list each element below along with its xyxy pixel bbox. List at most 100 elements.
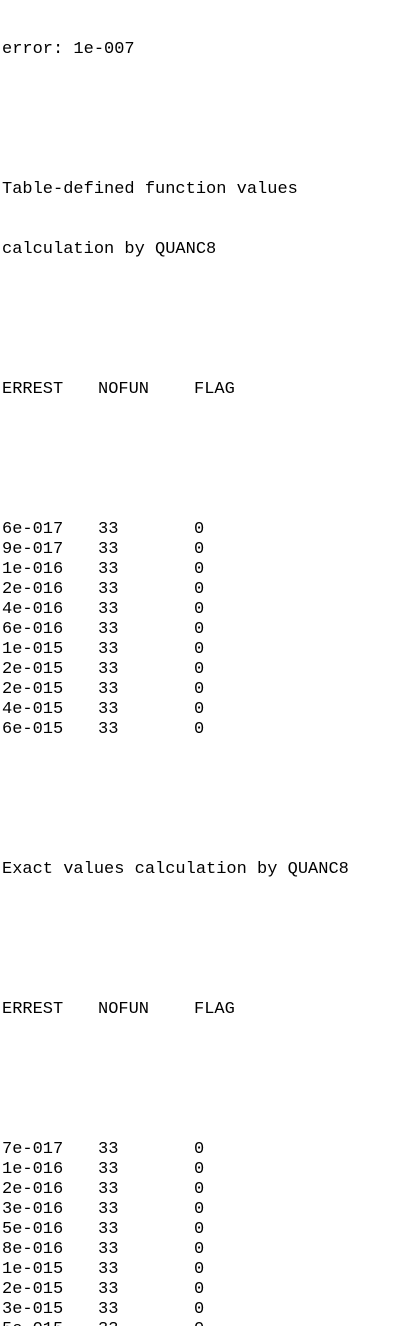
cell-flag: 0: [194, 1180, 205, 1199]
cell-flag: 0: [194, 560, 205, 579]
cell-flag: 0: [194, 1160, 205, 1179]
section1-title-line1: Table-defined function values: [2, 180, 298, 199]
cell-nofun: 33: [98, 1180, 119, 1199]
table-row: 9e-017 33 0: [2, 540, 410, 560]
cell-flag: 0: [194, 680, 205, 699]
table-row: 1e-016 33 0: [2, 1160, 410, 1180]
cell-nofun: 33: [98, 1240, 119, 1259]
section1-header-row: ERREST NOFUN FLAG: [2, 380, 410, 400]
table-row: 6e-016 33 0: [2, 620, 410, 640]
table-row: 8e-016 33 0: [2, 1240, 410, 1260]
cell-errest: 9e-017: [2, 540, 64, 559]
table-row: 1e-015 33 0: [2, 640, 410, 660]
cell-nofun: 33: [98, 1300, 119, 1319]
cell-flag: 0: [194, 720, 205, 739]
cell-flag: 0: [194, 580, 205, 599]
header-errest: ERREST: [2, 1000, 64, 1019]
table-row: 1e-015 33 0: [2, 1260, 410, 1280]
error-line: error: 1e-007: [2, 40, 135, 59]
cell-errest: 5e-015: [2, 1320, 63, 1326]
cell-nofun: 33: [98, 1320, 118, 1326]
cell-nofun: 33: [98, 600, 119, 619]
header-flag: FLAG: [194, 1000, 235, 1019]
cell-errest: 2e-015: [2, 680, 64, 699]
cell-errest: 2e-016: [2, 1180, 64, 1199]
cell-flag: 0: [194, 600, 205, 619]
table-row: 3e-015 33 0: [2, 1300, 410, 1320]
cell-nofun: 33: [98, 640, 119, 659]
cell-nofun: 33: [98, 1280, 119, 1299]
cell-nofun: 33: [98, 1160, 119, 1179]
cell-errest: 1e-016: [2, 1160, 64, 1179]
header-nofun: NOFUN: [98, 380, 150, 399]
cell-flag: 0: [194, 540, 205, 559]
cell-errest: 4e-015: [2, 700, 64, 719]
cell-nofun: 33: [98, 620, 119, 639]
cell-nofun: 33: [98, 520, 119, 539]
cell-errest: 4e-016: [2, 600, 64, 619]
cell-errest: 6e-015: [2, 720, 64, 739]
cell-flag: 0: [194, 1320, 204, 1326]
cell-errest: 6e-016: [2, 620, 64, 639]
cell-flag: 0: [194, 1240, 205, 1259]
cell-errest: 1e-016: [2, 560, 64, 579]
table-row: 2e-015 33 0: [2, 680, 410, 700]
cell-flag: 0: [194, 520, 205, 539]
cell-errest: 2e-015: [2, 1280, 64, 1299]
table-row: 2e-015 33 0: [2, 1280, 410, 1300]
cell-flag: 0: [194, 640, 205, 659]
section1-title-line2: calculation by QUANC8: [2, 240, 217, 259]
cell-flag: 0: [194, 1200, 205, 1219]
table-row: 3e-016 33 0: [2, 1200, 410, 1220]
table-row: 6e-015 33 0: [2, 720, 410, 740]
cell-nofun: 33: [98, 1200, 119, 1219]
cell-errest: 6e-017: [2, 520, 64, 539]
section1-table: 6e-017 33 0 9e-017 33 0 1e-016 33 0 2e-016 33 0 4e-0…: [2, 520, 410, 740]
table-row: 4e-015 33 0: [2, 700, 410, 720]
cell-flag: 0: [194, 620, 205, 639]
cell-flag: 0: [194, 700, 205, 719]
cell-errest: 8e-016: [2, 1240, 64, 1259]
cell-errest: 7e-017: [2, 1140, 64, 1159]
cell-nofun: 33: [98, 700, 119, 719]
table-row: 4e-016 33 0: [2, 600, 410, 620]
cell-errest: 1e-015: [2, 1260, 64, 1279]
cell-flag: 0: [194, 660, 205, 679]
cell-errest: 3e-015: [2, 1300, 64, 1319]
cell-flag: 0: [194, 1300, 205, 1319]
cell-flag: 0: [194, 1140, 205, 1159]
cell-nofun: 33: [98, 560, 119, 579]
section2-title: Exact values calculation by QUANC8: [2, 860, 349, 879]
section2-table: 7e-017 33 0 1e-016 33 0 2e-016 33 0 3e-016 33 0 5e-0…: [2, 1140, 410, 1326]
table-row: 5e-016 33 0: [2, 1220, 410, 1240]
table-row: 1e-016 33 0: [2, 560, 410, 580]
cell-nofun: 33: [98, 660, 119, 679]
table-row: 2e-016 33 0: [2, 1180, 410, 1200]
table-row: 7e-017 33 0: [2, 1140, 410, 1160]
cell-flag: 0: [194, 1260, 205, 1279]
cell-nofun: 33: [98, 1140, 119, 1159]
header-nofun: NOFUN: [98, 1000, 150, 1019]
cell-errest: 5e-016: [2, 1220, 64, 1239]
cell-nofun: 33: [98, 1220, 119, 1239]
table-row: 6e-017 33 0: [2, 520, 410, 540]
table-row: 2e-015 33 0: [2, 660, 410, 680]
cell-errest: 2e-016: [2, 580, 64, 599]
cell-errest: 1e-015: [2, 640, 64, 659]
cell-errest: 2e-015: [2, 660, 64, 679]
header-flag: FLAG: [194, 380, 235, 399]
cell-nofun: 33: [98, 580, 119, 599]
cell-nofun: 33: [98, 680, 119, 699]
cell-flag: 0: [194, 1220, 205, 1239]
header-errest: ERREST: [2, 380, 64, 399]
cell-nofun: 33: [98, 1260, 119, 1279]
cell-errest: 3e-016: [2, 1200, 64, 1219]
section2-header-row: ERREST NOFUN FLAG: [2, 1000, 410, 1020]
cell-flag: 0: [194, 1280, 205, 1299]
